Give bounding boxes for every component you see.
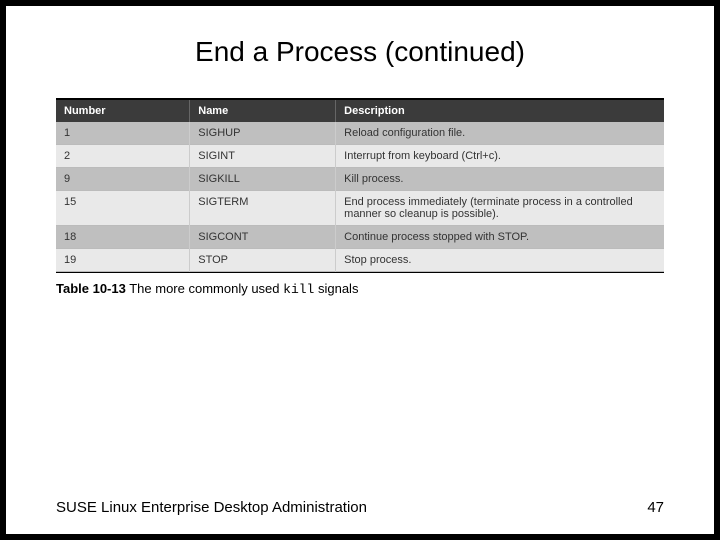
cell-name: STOP bbox=[190, 249, 336, 272]
table-row: 9 SIGKILL Kill process. bbox=[56, 168, 664, 191]
cell-description: End process immediately (terminate proce… bbox=[336, 191, 664, 226]
cell-number: 19 bbox=[56, 249, 190, 272]
header-description: Description bbox=[336, 100, 664, 122]
caption-text-after: signals bbox=[314, 281, 358, 296]
cell-description: Stop process. bbox=[336, 249, 664, 272]
cell-number: 1 bbox=[56, 122, 190, 145]
cell-name: SIGHUP bbox=[190, 122, 336, 145]
table-header-row: Number Name Description bbox=[56, 100, 664, 122]
cell-number: 18 bbox=[56, 226, 190, 249]
caption-code: kill bbox=[283, 282, 314, 297]
slide-footer: SUSE Linux Enterprise Desktop Administra… bbox=[56, 499, 664, 516]
cell-name: SIGKILL bbox=[190, 168, 336, 191]
table-row: 1 SIGHUP Reload configuration file. bbox=[56, 122, 664, 145]
cell-number: 9 bbox=[56, 168, 190, 191]
cell-description: Interrupt from keyboard (Ctrl+c). bbox=[336, 145, 664, 168]
table-row: 18 SIGCONT Continue process stopped with… bbox=[56, 226, 664, 249]
page-number: 47 bbox=[647, 499, 664, 516]
slide: End a Process (continued) Number Name De… bbox=[6, 6, 714, 534]
cell-description: Reload configuration file. bbox=[336, 122, 664, 145]
table-row: 19 STOP Stop process. bbox=[56, 249, 664, 272]
cell-description: Kill process. bbox=[336, 168, 664, 191]
cell-name: SIGINT bbox=[190, 145, 336, 168]
signals-table-wrap: Number Name Description 1 SIGHUP Reload … bbox=[56, 98, 664, 273]
cell-number: 2 bbox=[56, 145, 190, 168]
cell-description: Continue process stopped with STOP. bbox=[336, 226, 664, 249]
cell-name: SIGTERM bbox=[190, 191, 336, 226]
footer-title: SUSE Linux Enterprise Desktop Administra… bbox=[56, 499, 367, 516]
table-row: 15 SIGTERM End process immediately (term… bbox=[56, 191, 664, 226]
cell-name: SIGCONT bbox=[190, 226, 336, 249]
caption-label: Table 10-13 bbox=[56, 281, 126, 296]
page-title: End a Process (continued) bbox=[56, 36, 664, 68]
cell-number: 15 bbox=[56, 191, 190, 226]
table-caption: Table 10-13 The more commonly used kill … bbox=[56, 281, 664, 297]
caption-text-before: The more commonly used bbox=[126, 281, 283, 296]
header-name: Name bbox=[190, 100, 336, 122]
signals-table: Number Name Description 1 SIGHUP Reload … bbox=[56, 100, 664, 272]
header-number: Number bbox=[56, 100, 190, 122]
table-row: 2 SIGINT Interrupt from keyboard (Ctrl+c… bbox=[56, 145, 664, 168]
